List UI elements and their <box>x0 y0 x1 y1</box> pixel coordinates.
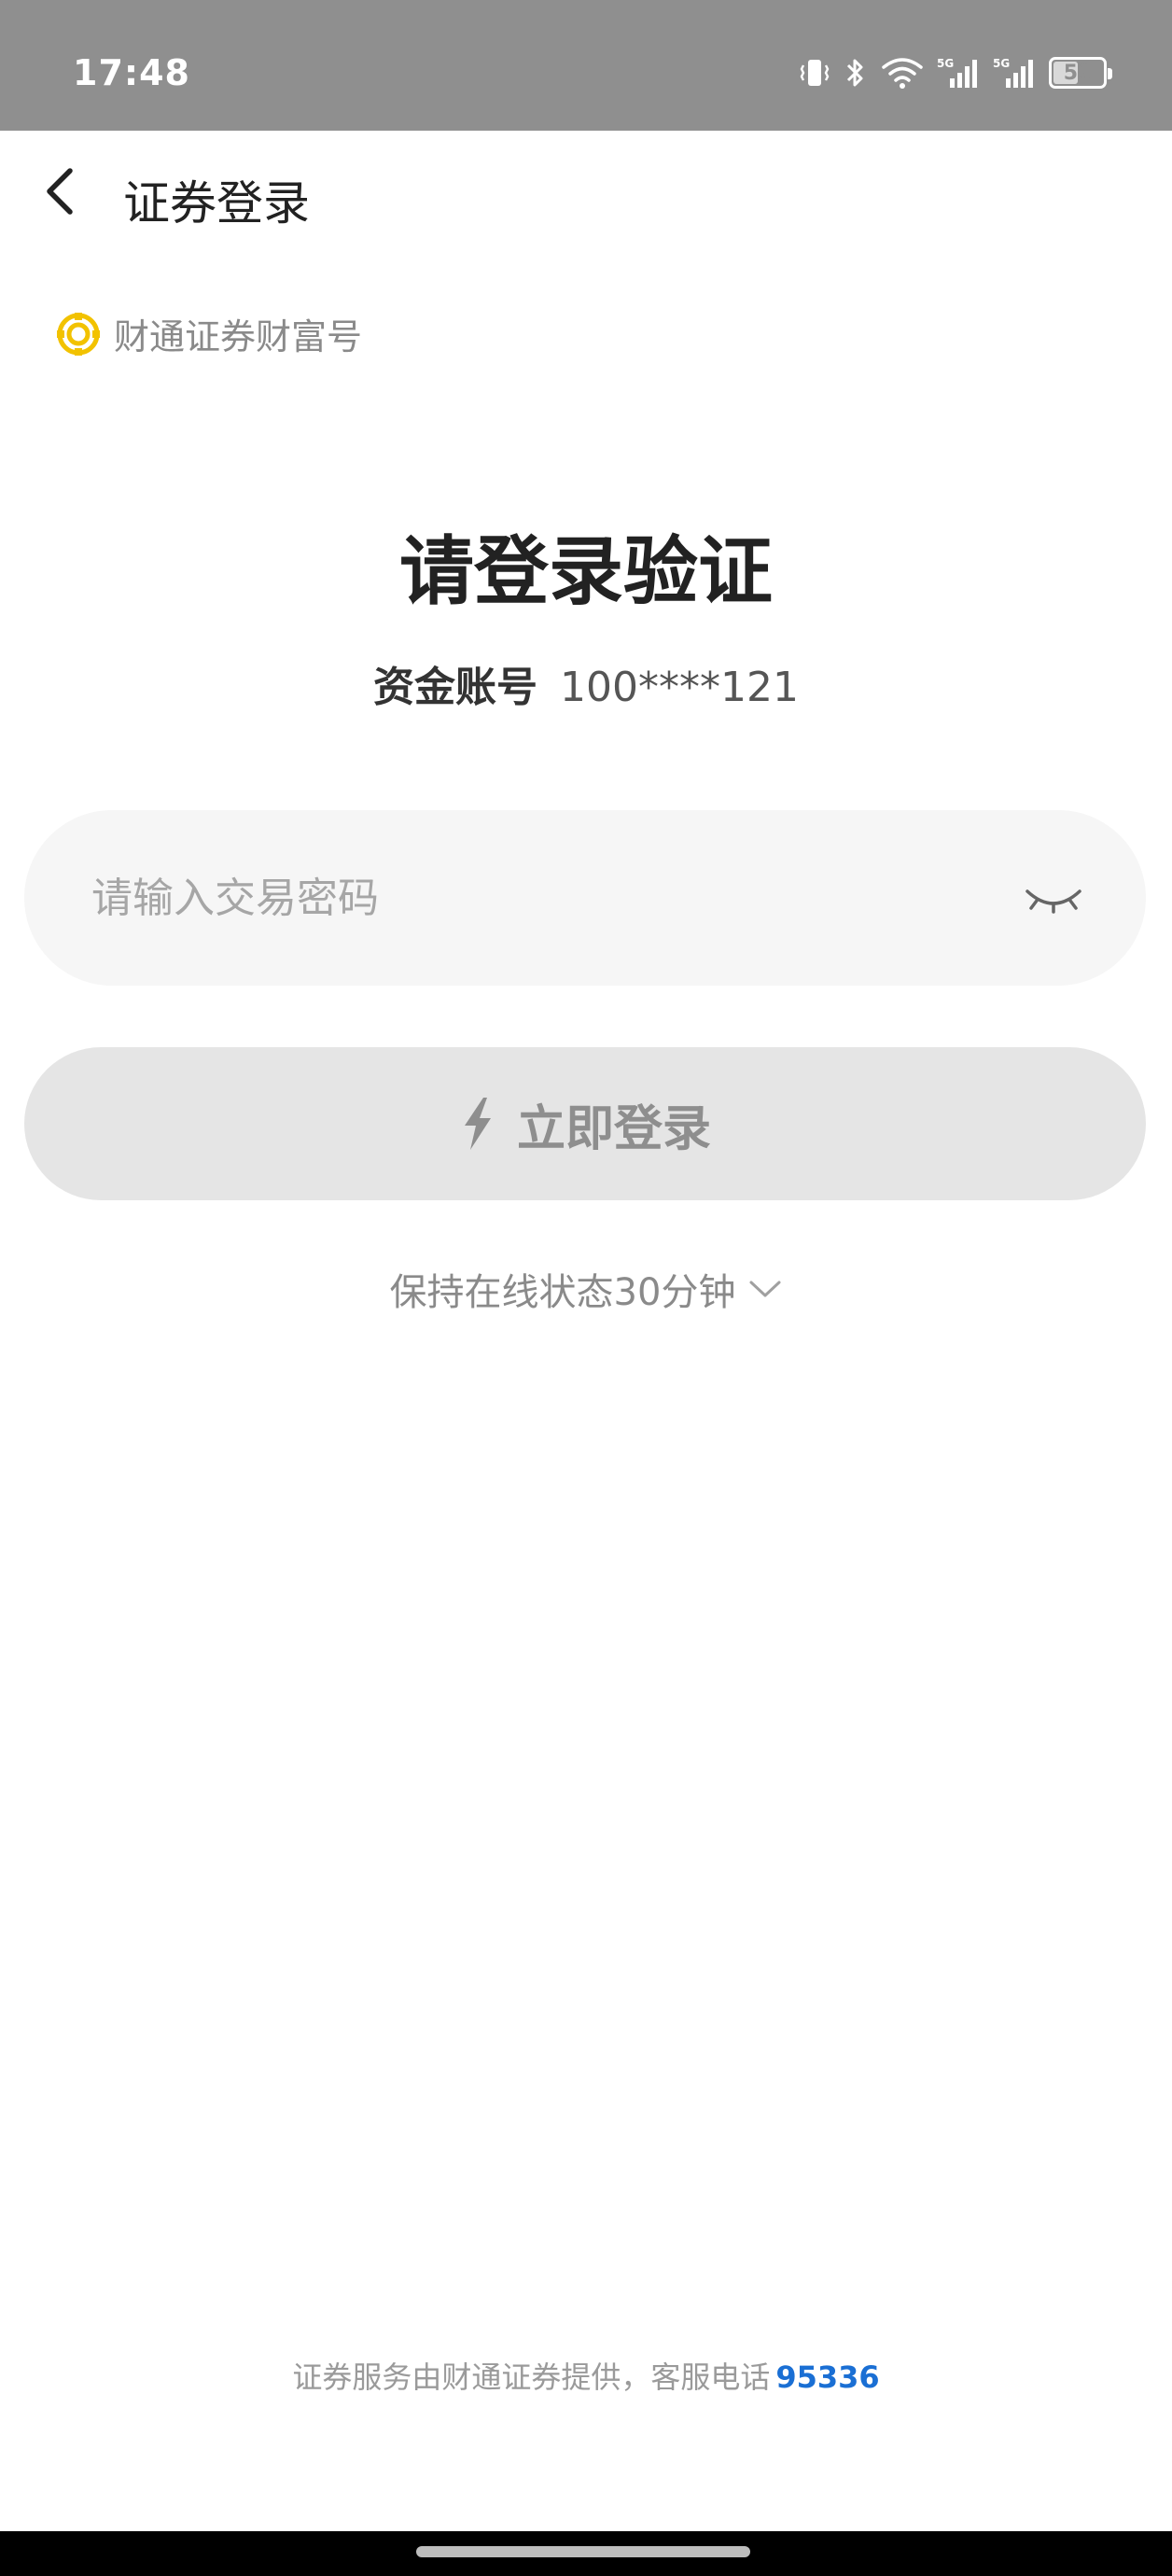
home-gesture-handle[interactable] <box>416 2546 750 2557</box>
network-label: 5G <box>993 57 1010 70</box>
keep-online-selector[interactable]: 保持在线状态30分钟 <box>0 1262 1172 1316</box>
eye-closed-icon <box>1026 889 1081 914</box>
signal-5g-icon: 5G <box>993 56 1036 90</box>
network-label: 5G <box>937 57 954 70</box>
system-navigation-bar <box>0 2531 1172 2576</box>
toggle-password-visibility-button[interactable] <box>1021 866 1086 931</box>
status-bar: 17:48 5G 5G 53 <box>0 0 1172 131</box>
battery-icon: 53 <box>1049 57 1112 89</box>
page-title: 证券登录 <box>123 176 310 231</box>
password-field <box>24 810 1146 986</box>
wifi-icon <box>881 56 924 90</box>
broker-name: 财通证券财富号 <box>114 316 363 357</box>
lightning-icon <box>464 1098 491 1150</box>
vibrate-icon <box>799 56 830 90</box>
status-icons: 5G 5G 53 <box>799 54 1112 91</box>
login-title: 请登录验证 <box>399 528 773 615</box>
password-input[interactable] <box>90 810 929 986</box>
login-button[interactable]: 立即登录 <box>24 1047 1146 1200</box>
status-time: 17:48 <box>73 52 190 93</box>
back-button[interactable] <box>28 159 93 224</box>
battery-level: 53 <box>1063 61 1093 85</box>
battery-tip <box>1108 68 1112 79</box>
bluetooth-icon <box>844 56 868 90</box>
account-value: 100****121 <box>560 664 799 711</box>
broker-badge: 财通证券财富号 <box>56 308 362 359</box>
chevron-down-icon <box>749 1281 781 1297</box>
chevron-left-icon <box>47 168 73 215</box>
signal-5g-icon: 5G <box>937 56 980 90</box>
login-button-label: 立即登录 <box>516 1101 711 1156</box>
account-label: 资金账号 <box>373 664 538 711</box>
nav-bar: 证券登录 <box>0 131 1172 266</box>
keep-online-label: 保持在线状态30分钟 <box>389 1271 736 1314</box>
footer-service-info: 证券服务由财通证券提供，客服电话 95336 <box>0 2354 1172 2397</box>
customer-service-phone-link[interactable]: 95336 <box>775 2359 879 2395</box>
account-info: 资金账号 100****121 <box>0 653 1172 713</box>
footer-text: 证券服务由财通证券提供，客服电话 <box>292 2359 771 2395</box>
caitong-logo-icon <box>57 312 100 356</box>
